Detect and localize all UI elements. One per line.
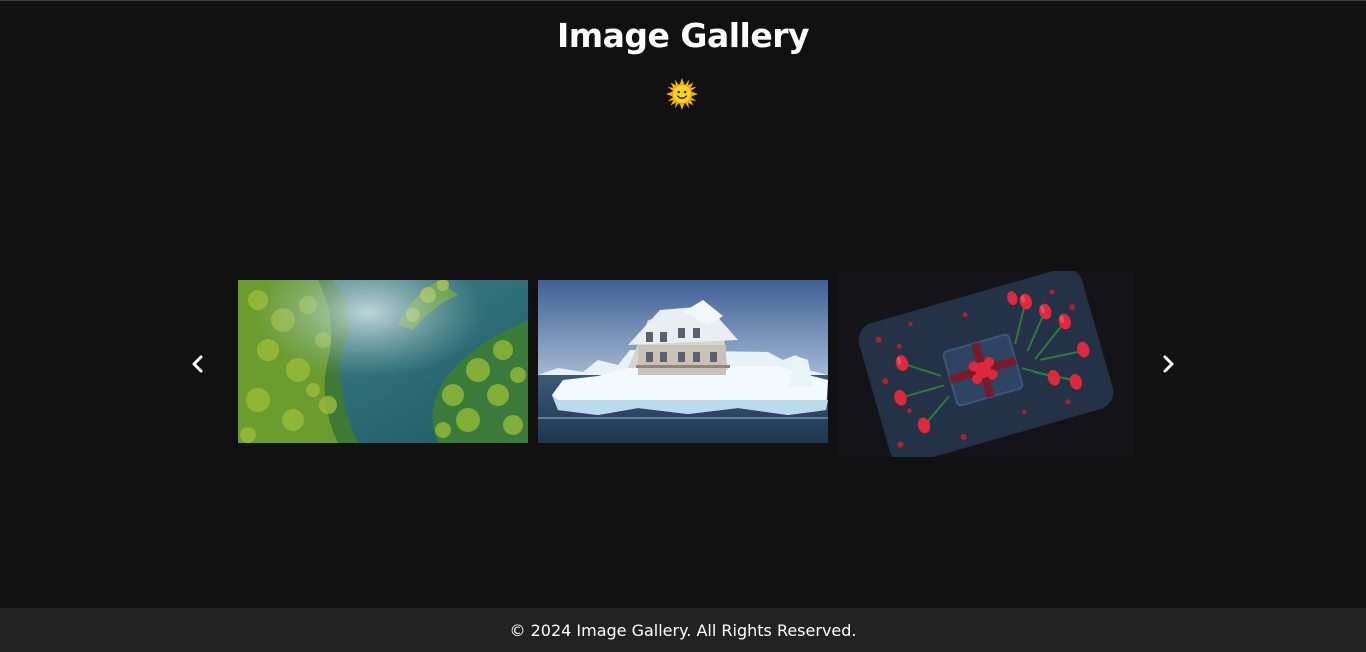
gallery-page: Image Gallery © 2024 Image Gallery. All … xyxy=(0,0,1366,652)
iceberg-house-image[interactable] xyxy=(538,280,828,443)
footer-text: © 2024 Image Gallery. All Rights Reserve… xyxy=(509,621,857,640)
chevron-right-icon[interactable] xyxy=(1156,351,1180,377)
page-title: Image Gallery xyxy=(556,16,810,55)
forest-aerial-image[interactable] xyxy=(238,280,528,443)
footer: © 2024 Image Gallery. All Rights Reserve… xyxy=(0,608,1366,652)
tulips-gift-image xyxy=(854,271,1118,457)
sun-face-icon[interactable] xyxy=(665,77,699,111)
tulips-gift-card[interactable] xyxy=(838,271,1134,457)
chevron-left-icon[interactable] xyxy=(186,351,210,377)
